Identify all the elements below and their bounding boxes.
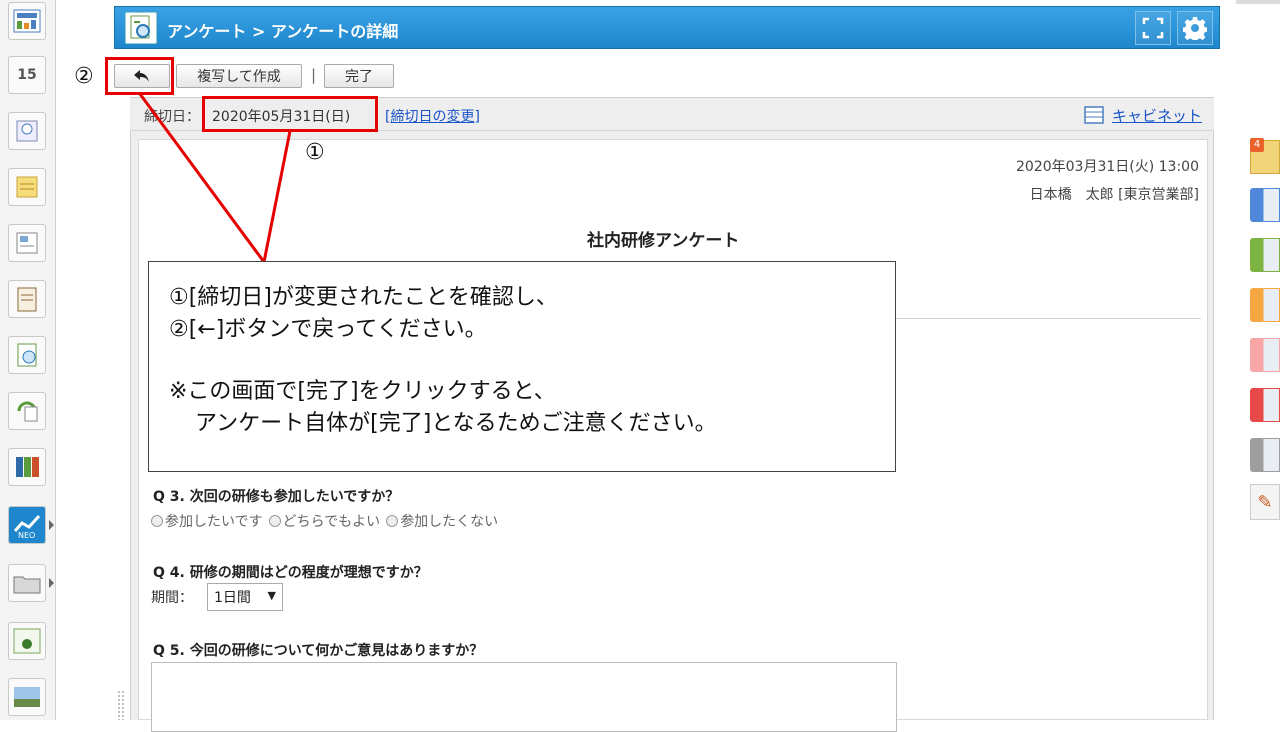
survey-glyph (17, 343, 37, 367)
dashboard-icon[interactable] (8, 2, 46, 40)
radio-icon[interactable] (386, 515, 399, 527)
question-3-options: 参加したいです どちらでもよい 参加したくない (151, 511, 498, 531)
annotation-marker-2: ② (74, 64, 94, 89)
radio-icon[interactable] (151, 515, 163, 527)
neo-glyph: NEO (13, 514, 41, 539)
photo-icon[interactable] (8, 678, 46, 716)
dock-tab-6[interactable] (1250, 438, 1280, 472)
cabinet-glyph (16, 457, 39, 477)
gear-icon (1183, 17, 1207, 40)
deadline-label: 締切日： (144, 109, 200, 125)
photo-glyph (14, 687, 40, 707)
question-3: Q 3. 次回の研修も参加したいですか？ (153, 489, 400, 505)
bulletin-glyph (16, 232, 38, 254)
dock-tab-3[interactable] (1250, 288, 1280, 322)
cabinet-link[interactable]: キャビネット (1112, 105, 1202, 126)
fullscreen-icon (1142, 17, 1164, 39)
opinion-textarea[interactable] (151, 662, 897, 732)
callout-line-4: アンケート自体が[完了]となるためご注意ください。 (195, 411, 717, 436)
change-deadline-link[interactable]: [締切日の変更] (385, 106, 480, 126)
workflow-icon[interactable] (8, 392, 46, 430)
annotation-box-back (105, 57, 174, 95)
callout-line-1: ①[締切日]が変更されたことを確認し、 (169, 285, 558, 310)
q3-option-2[interactable]: どちらでもよい (268, 511, 381, 531)
section-divider (889, 318, 1201, 319)
header-bar: アンケート > アンケートの詳細 (114, 6, 1220, 49)
workflow-glyph (17, 401, 38, 422)
toolbar-separator: | (311, 66, 317, 84)
timecard-glyph (16, 120, 38, 142)
right-dock (1248, 140, 1280, 530)
q3-option-1[interactable]: 参加したいです (151, 511, 263, 531)
period-select[interactable]: 1日間 ▼ (207, 583, 283, 611)
period-label: 期間： (151, 590, 193, 606)
page-title: アンケート > アンケートの詳細 (167, 22, 399, 41)
dock-tab-5[interactable] (1250, 388, 1280, 422)
calendar-icon[interactable]: 15 (8, 56, 46, 94)
document-date: 2020年03月31日(火) 13:00 (1016, 159, 1199, 175)
cabinet-app-icon[interactable] (8, 448, 46, 486)
q3-option-1-label: 参加したいです (165, 514, 263, 530)
calendar-day: 15 (17, 67, 37, 83)
annotation-box-deadline (202, 96, 378, 132)
q3-option-2-label: どちらでもよい (282, 514, 381, 530)
svg-text:NEO: NEO (18, 531, 35, 539)
callout-gap (169, 346, 895, 376)
memo-glyph (16, 176, 38, 198)
memo-icon[interactable] (8, 168, 46, 206)
cabinet-small-icon (1084, 106, 1104, 124)
instruction-callout: ①[締切日]が変更されたことを確認し、 ②[←]ボタンで戻ってください。 ※この… (148, 261, 896, 472)
survey-icon[interactable] (8, 336, 46, 374)
dock-tab-4[interactable] (1250, 338, 1280, 372)
question-4: Q 4. 研修の期間はどの程度が理想ですか？ (153, 565, 428, 581)
dock-tab-2[interactable] (1250, 238, 1280, 272)
tanomail-glyph (13, 628, 41, 654)
neo-icon[interactable]: NEO (8, 506, 54, 544)
neo-expand-arrow (49, 520, 54, 530)
question-5: Q 5. 今回の研修について何かご意見はありますか？ (153, 643, 484, 659)
resize-handle[interactable] (117, 690, 125, 720)
q3-option-3[interactable]: 参加したくない (386, 511, 498, 531)
complete-button[interactable]: 完了 (324, 64, 394, 88)
tanomail-icon[interactable] (8, 622, 46, 660)
callout-line-3: ※この画面で[完了]をクリックすると、 (169, 379, 556, 404)
document-title: 社内研修アンケート (587, 231, 740, 251)
report-icon[interactable] (8, 280, 46, 318)
folder-expand-arrow (49, 578, 54, 588)
radio-icon[interactable] (268, 515, 281, 527)
callout-line-2: ②[←]ボタンで戻ってください。 (169, 317, 487, 342)
survey-icon (125, 12, 157, 44)
copy-create-button[interactable]: 複写して作成 (176, 64, 302, 88)
left-app-sidebar: 15 NEO (0, 0, 56, 720)
folder-glyph (13, 576, 41, 594)
report-glyph (17, 287, 37, 312)
survey-header-glyph (130, 15, 150, 39)
window-corner (1236, 0, 1280, 4)
dock-tab-1[interactable] (1250, 188, 1280, 222)
pencil-icon[interactable]: ✎ (1250, 484, 1280, 520)
document-author: 日本橋 太郎 [東京営業部] (1029, 187, 1199, 203)
folder-icon[interactable] (8, 564, 54, 602)
settings-button[interactable] (1177, 11, 1213, 45)
dashboard-glyph (13, 9, 41, 33)
dropdown-arrow-icon: ▼ (267, 589, 276, 602)
bulletin-icon[interactable] (8, 224, 46, 262)
timecard-icon[interactable] (8, 112, 46, 150)
period-select-value: 1日間 (214, 590, 251, 606)
q3-option-3-label: 参加したくない (400, 514, 499, 530)
annotation-marker-1: ① (305, 140, 325, 165)
fullscreen-button[interactable] (1135, 11, 1171, 45)
